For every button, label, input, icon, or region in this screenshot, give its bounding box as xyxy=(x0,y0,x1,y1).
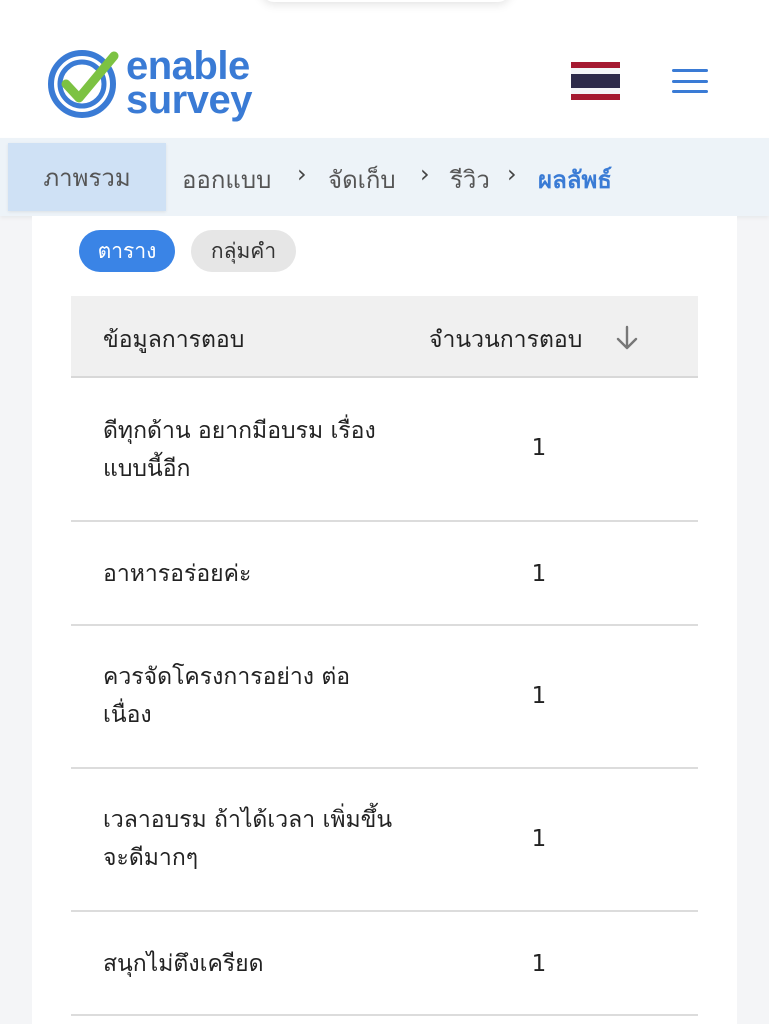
response-count: 1 xyxy=(531,561,547,587)
breadcrumb-item-results[interactable]: ผลลัพธ์ xyxy=(538,160,612,199)
top-bar: enable survey xyxy=(0,0,769,138)
response-count: 1 xyxy=(531,826,547,852)
table-row: ควรจัดโครงการอย่าง ต่อเนื่อง 1 xyxy=(71,626,698,769)
sort-arrow-down-icon[interactable] xyxy=(615,324,639,352)
table-header: ข้อมูลการตอบ จำนวนการตอบ xyxy=(71,296,698,378)
response-count: 1 xyxy=(531,951,547,977)
table-row: เวลาอบรม ถ้าได้เวลา เพิ่มขึ้น จะดีมากๆ 1 xyxy=(71,769,698,912)
chevron-right-icon: › xyxy=(420,160,430,188)
response-count: 1 xyxy=(531,435,547,461)
thai-flag-icon[interactable] xyxy=(571,62,620,100)
hamburger-menu-icon[interactable] xyxy=(670,66,710,96)
column-header-count[interactable]: จำนวนการตอบ xyxy=(429,322,582,358)
response-text: สนุกไม่ตึงเครียด xyxy=(103,951,264,977)
breadcrumb-item-review[interactable]: รีวิว xyxy=(450,160,490,199)
response-count: 1 xyxy=(531,683,547,709)
column-header-response[interactable]: ข้อมูลการตอบ xyxy=(103,322,244,358)
response-text: เวลาอบรม ถ้าได้เวลา เพิ่มขึ้น จะดีมากๆ xyxy=(103,807,393,871)
response-text: ควรจัดโครงการอย่าง ต่อเนื่อง xyxy=(103,664,351,728)
check-circle-icon xyxy=(48,50,119,118)
response-text: ดีทุกด้าน อยากมีอบรม เรื่องแบบนี้อีก xyxy=(103,418,376,482)
chevron-right-icon: › xyxy=(507,160,517,188)
response-text: อาหารอร่อยค่ะ xyxy=(103,561,252,587)
toggle-table-view[interactable]: ตาราง xyxy=(79,230,175,272)
enable-survey-logo[interactable]: enable survey xyxy=(46,44,286,124)
breadcrumb-item-overview[interactable]: ภาพรวม xyxy=(8,143,166,211)
top-pill xyxy=(262,0,510,2)
table-row: สนุกไม่ตึงเครียด 1 xyxy=(71,912,698,1016)
breadcrumb-item-collect[interactable]: จัดเก็บ xyxy=(328,160,396,199)
table-row: อาหารอร่อยค่ะ 1 xyxy=(71,522,698,626)
logo-line-survey: survey xyxy=(126,78,252,122)
table-row: ดีทุกด้าน อยากมีอบรม เรื่องแบบนี้อีก 1 xyxy=(71,380,698,522)
chevron-right-icon: › xyxy=(297,160,307,188)
results-card: ตาราง กลุ่มคำ ข้อมูลการตอบ จำนวนการตอบ ด… xyxy=(32,216,737,1024)
logo-text: enable survey xyxy=(126,44,296,124)
breadcrumb-item-design[interactable]: ออกแบบ xyxy=(182,160,271,199)
breadcrumb: ภาพรวม ออกแบบ › จัดเก็บ › รีวิว › ผลลัพธ… xyxy=(0,138,769,216)
toggle-word-group-view[interactable]: กลุ่มคำ xyxy=(191,230,296,272)
